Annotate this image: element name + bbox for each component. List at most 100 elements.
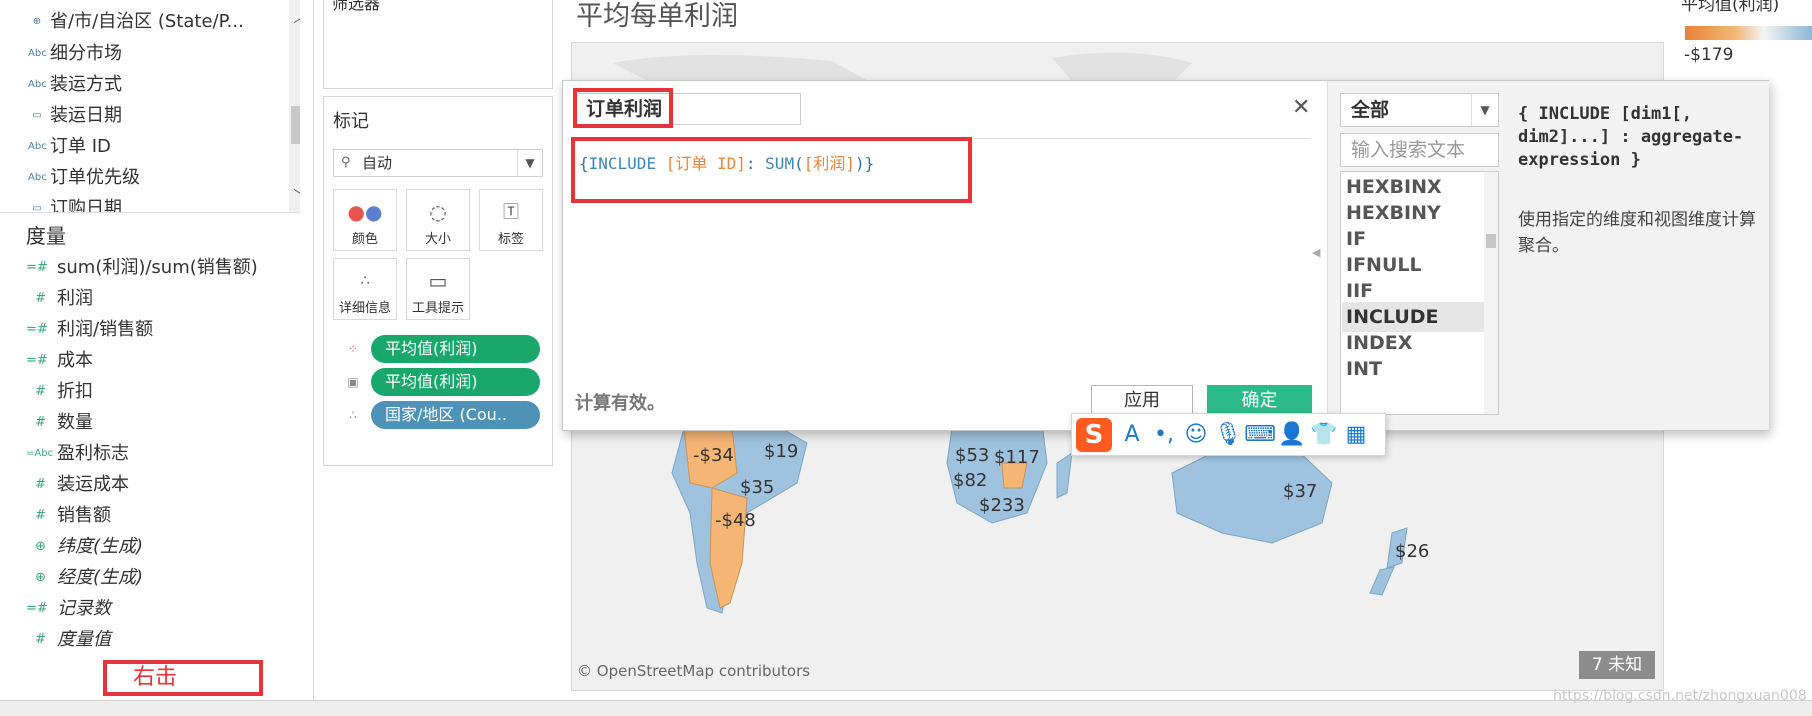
punctuation-icon[interactable]: •, (1148, 414, 1180, 455)
dimension-item[interactable]: ▭ 订购日期 (32, 195, 122, 213)
skin-icon[interactable]: 👕 (1308, 414, 1340, 455)
label-label: 标签 (497, 232, 524, 247)
collapse-arrow-icon[interactable]: ◀ (1312, 246, 1320, 259)
measure-item[interactable]: ⊕ 纬度(生成) (35, 532, 144, 562)
sheet-tabs-bar[interactable] (0, 700, 1812, 716)
tooltip-icon: ▭ (428, 269, 448, 293)
calc-abc-icon: =Abc (26, 448, 54, 459)
size-icon: ◌ (429, 200, 447, 224)
measure-item[interactable]: # 度量值 (35, 625, 111, 655)
chevron-down-icon[interactable]: ▼ (1471, 94, 1498, 126)
calc-number-icon: =# (26, 353, 48, 368)
measure-item[interactable]: =Abc 盈利标志 (26, 439, 129, 469)
measures-heading: 度量 (26, 224, 66, 248)
measure-item[interactable]: ⊕ 经度(生成) (35, 563, 143, 593)
dimension-item[interactable]: Abc 订单 ID (28, 133, 111, 161)
abc-icon: Abc (28, 79, 47, 90)
dimension-label: 订单 ID (50, 136, 111, 157)
measure-label: 数量 (57, 412, 93, 433)
close-icon[interactable]: ✕ (1292, 95, 1310, 120)
chevron-down-icon[interactable]: ▼ (517, 150, 542, 176)
number-icon: # (35, 291, 46, 306)
measure-item[interactable]: # 数量 (35, 408, 93, 438)
toolbox-icon[interactable]: ▦ (1340, 414, 1372, 455)
calc-number-icon: =# (26, 322, 48, 337)
function-category-select[interactable]: 全部 ▼ (1340, 93, 1499, 127)
pill-avg-profit-label[interactable]: 平均值(利润) (371, 368, 540, 396)
scroll-up-icon[interactable]: ︿ (289, 8, 300, 30)
measure-item[interactable]: # 销售额 (35, 501, 111, 531)
dimension-item[interactable]: Abc 细分市场 (28, 40, 122, 68)
measure-label: 利润/销售额 (57, 319, 154, 340)
map-value-label: -$48 (715, 510, 756, 531)
number-icon: # (35, 508, 46, 523)
measure-label: 折扣 (57, 381, 93, 402)
measure-item[interactable]: # 利润 (35, 284, 93, 314)
map-value-label: $117 (994, 447, 1040, 468)
measure-item[interactable]: =# 成本 (26, 346, 93, 376)
map-value-label: $233 (979, 495, 1025, 516)
function-list-scrollbar[interactable] (1484, 172, 1498, 414)
pill-avg-profit-color[interactable]: 平均值(利润) (371, 335, 540, 363)
measure-label: 度量值 (57, 629, 111, 650)
detail-label: 详细信息 (338, 301, 391, 316)
legend-min-label: -$179 (1684, 45, 1734, 65)
detail-button[interactable]: ∴ 详细信息 (333, 258, 397, 320)
marks-card: 标记 ⚲ 自动 ▼ ●● 颜色 ◌ 大小 🅃 标签 ∴ 详细信息 ▭ 工具提示 … (323, 96, 553, 466)
number-icon: # (35, 415, 46, 430)
dimension-item[interactable]: Abc 装运方式 (28, 71, 122, 99)
pill-country-detail[interactable]: 国家/地区 (Cou.. (371, 401, 540, 429)
dimension-item[interactable]: Abc 订单优先级 (28, 164, 140, 192)
measure-item[interactable]: =# 记录数 (26, 594, 111, 624)
mark-type-icon: ⚲ (341, 155, 351, 170)
keyboard-icon[interactable]: ⌨ (1244, 414, 1276, 455)
function-item[interactable]: INT (1342, 354, 1484, 384)
color-legend-bar[interactable] (1685, 26, 1812, 40)
mark-type-select[interactable]: ⚲ 自动 ▼ (333, 149, 543, 177)
color-icon: ●● (347, 200, 383, 224)
measure-label: 记录数 (57, 598, 111, 619)
dimension-label: 订单优先级 (50, 167, 140, 188)
dimension-item[interactable]: ⊕ 省/市/自治区 (State/P... (33, 8, 244, 36)
emoji-icon[interactable]: ☺ (1180, 414, 1212, 455)
abc-icon: Abc (28, 48, 47, 59)
function-list[interactable]: HEXBINX HEXBINY IF IFNULL IIF INCLUDE IN… (1340, 171, 1499, 415)
map-value-label: $37 (1283, 481, 1318, 502)
calc-number-icon: =# (26, 601, 48, 616)
measure-item[interactable]: # 装运成本 (35, 470, 129, 500)
dimension-label: 订购日期 (50, 198, 122, 213)
filters-shelf[interactable]: 筛选器 (323, 0, 553, 89)
measure-label: 盈利标志 (57, 443, 129, 464)
measure-item[interactable]: =# 利润/销售额 (26, 315, 154, 345)
watermark: https://blog.csdn.net/zhongxuan008 (1553, 688, 1807, 704)
dimension-item[interactable]: ▭ 装运日期 (32, 102, 122, 130)
measure-item[interactable]: =# sum(利润)/sum(销售额) (26, 253, 258, 283)
size-button[interactable]: ◌ 大小 (406, 189, 470, 251)
microphone-icon[interactable]: 🎙 (1212, 414, 1244, 455)
measure-label: 销售额 (57, 505, 111, 526)
globe-icon: ⊕ (32, 16, 42, 27)
function-panel: 全部 ▼ 输入搜索文本 HEXBINX HEXBINY IF IFNULL II… (1327, 81, 1769, 430)
abc-icon: Abc (28, 141, 47, 152)
scrollbar-thumb[interactable] (291, 106, 300, 144)
label-button[interactable]: 🅃 标签 (479, 189, 543, 251)
dimension-label: 省/市/自治区 (State/P... (50, 11, 244, 32)
measure-label: 成本 (57, 350, 93, 371)
function-search-input[interactable]: 输入搜索文本 (1340, 133, 1499, 167)
tooltip-button[interactable]: ▭ 工具提示 (406, 258, 470, 320)
measure-label: 纬度(生成) (57, 536, 144, 557)
map-value-label: $53 (955, 445, 990, 466)
sogou-logo-icon[interactable]: S (1076, 418, 1112, 452)
marks-title: 标记 (333, 111, 369, 132)
user-icon[interactable]: 👤 (1276, 414, 1308, 455)
measure-item[interactable]: # 折扣 (35, 377, 93, 407)
calculation-dialog: 订单利润 ✕ {INCLUDE [订单 ID]: SUM([利润])} ◀ 计算… (562, 80, 1769, 431)
unknown-badge[interactable]: 7 未知 (1579, 651, 1655, 679)
function-description: 使用指定的维度和视图维度计算聚合。 (1518, 210, 1756, 256)
abc-icon: Abc (28, 172, 47, 183)
color-button[interactable]: ●● 颜色 (333, 189, 397, 251)
font-icon[interactable]: A (1116, 414, 1148, 455)
dimensions-scrollbar[interactable]: ︿ ﹀ (289, 0, 300, 212)
scroll-down-icon[interactable]: ﹀ (289, 186, 300, 208)
scrollbar-thumb[interactable] (1486, 234, 1496, 248)
